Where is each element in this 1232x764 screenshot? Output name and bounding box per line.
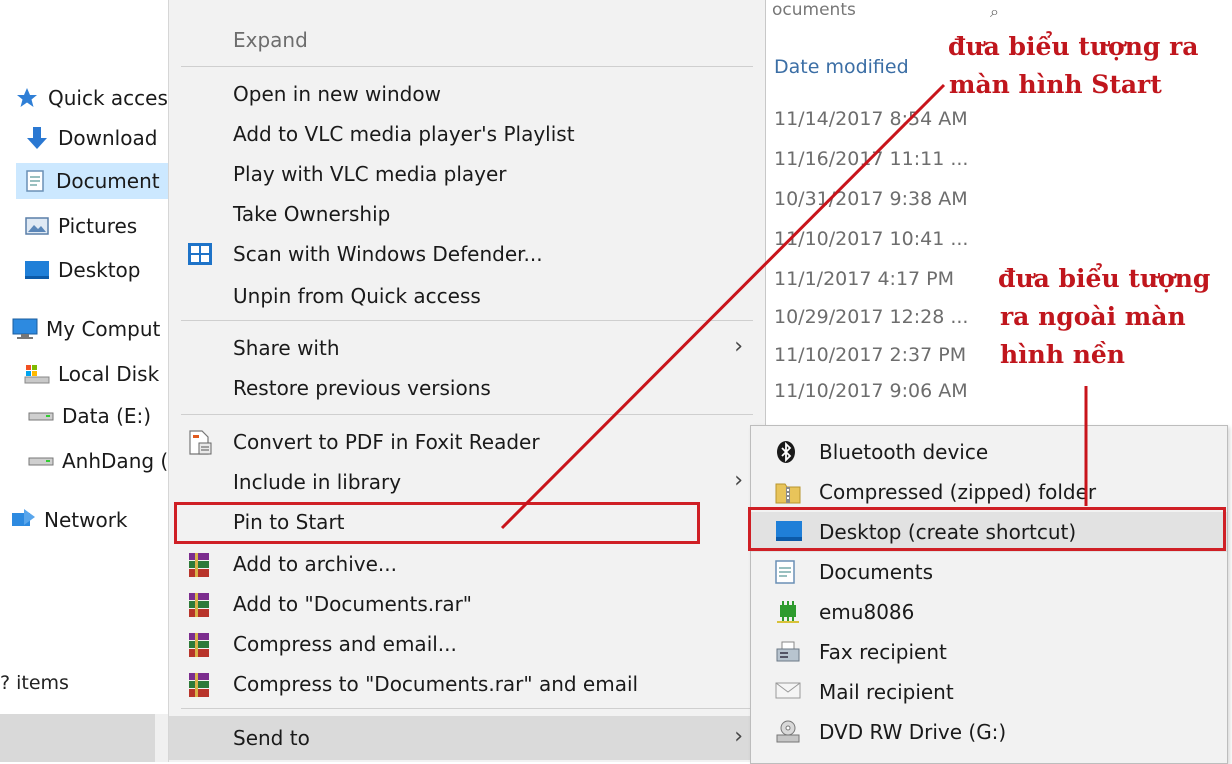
annotation-line-start <box>500 83 946 530</box>
annotation-lines <box>500 83 1088 530</box>
annotation-desktop-line1: đưa biểu tượng <box>998 264 1211 293</box>
annotation-desktop-line3: hình nền <box>1000 340 1125 369</box>
annotation-start-line2: màn hình Start <box>949 70 1162 99</box>
annotation-start-line1: đưa biểu tượng ra <box>948 32 1199 61</box>
annotation-desktop-line2: ra ngoài màn <box>1000 302 1186 331</box>
